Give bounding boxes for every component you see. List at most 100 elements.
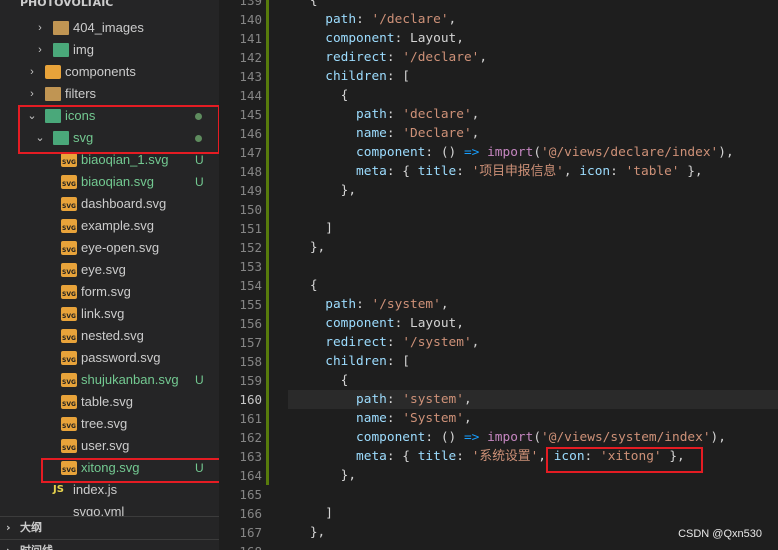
chevron-right-icon: › xyxy=(30,88,34,100)
code-line[interactable]: name: 'System', xyxy=(279,409,472,428)
explorer-sidebar: PHOTOVOLTAIC › 404_images › img › compon… xyxy=(0,0,219,550)
folder-icon xyxy=(45,87,61,101)
folder-icon xyxy=(53,21,69,35)
timeline-panel-header[interactable]: › 时间线 xyxy=(0,539,219,550)
outline-panel-label: 大纲 xyxy=(20,521,42,534)
code-line[interactable]: path: '/declare', xyxy=(279,10,456,29)
tree-item-components[interactable]: › components xyxy=(0,61,219,83)
line-number: 165 xyxy=(239,487,262,502)
tree-item-svg-file[interactable]: SVG form.svg xyxy=(0,281,219,303)
explorer-project-title[interactable]: PHOTOVOLTAIC xyxy=(0,0,219,14)
svg-file-icon: SVG xyxy=(61,175,77,189)
tree-item-label: table.svg xyxy=(81,394,134,409)
tree-item-filters[interactable]: › filters xyxy=(0,83,219,105)
chevron-right-icon: › xyxy=(6,521,11,534)
code-line[interactable]: redirect: '/declare', xyxy=(279,48,487,67)
tree-item-label: tree.svg xyxy=(81,416,128,431)
tree-item-404-images[interactable]: › 404_images xyxy=(0,17,219,39)
code-line[interactable]: { xyxy=(279,0,318,10)
line-number: 149 xyxy=(239,183,262,198)
code-line[interactable]: component: () => import('@/views/declare… xyxy=(279,143,734,162)
code-line[interactable]: path: '/system', xyxy=(279,295,448,314)
tree-item-svg-file[interactable]: SVG user.svg xyxy=(0,435,219,457)
chevron-right-icon: › xyxy=(38,44,42,56)
tree-item-svg-file[interactable]: SVG eye-open.svg xyxy=(0,237,219,259)
svg-file-icon: SVG xyxy=(61,153,77,167)
chevron-right-icon: › xyxy=(30,66,34,78)
chevron-right-icon: › xyxy=(38,22,42,34)
code-line[interactable]: path: 'declare', xyxy=(279,105,479,124)
components-folder-icon xyxy=(45,65,61,79)
tree-item-label: biaoqian.svg xyxy=(81,174,154,189)
tree-item-svg-file[interactable]: SVG table.svg xyxy=(0,391,219,413)
tree-item-svg-file[interactable]: SVG shujukanban.svg U xyxy=(0,369,219,391)
tree-item-svg-file[interactable]: SVG biaoqian.svg U xyxy=(0,171,219,193)
tree-item-svg-file[interactable]: SVG tree.svg xyxy=(0,413,219,435)
code-line[interactable]: children: [ xyxy=(279,67,410,86)
line-number: 157 xyxy=(239,335,262,350)
tree-item-img[interactable]: › img xyxy=(0,39,219,61)
code-line[interactable]: meta: { title: '项目申报信息', icon: 'table' }… xyxy=(279,162,703,181)
code-line[interactable]: component: () => import('@/views/system/… xyxy=(279,428,726,447)
tree-item-svg-file[interactable]: SVG password.svg xyxy=(0,347,219,369)
tree-item-label: form.svg xyxy=(81,284,131,299)
tree-item-label: password.svg xyxy=(81,350,161,365)
highlight-box-icon-xitong xyxy=(546,447,703,473)
line-number: 146 xyxy=(239,126,262,141)
svg-file-icon: SVG xyxy=(61,351,77,365)
chevron-right-icon: › xyxy=(6,540,11,550)
tree-item-label: eye-open.svg xyxy=(81,240,160,255)
code-editor[interactable]: 139 140 141 142 143 144 145 146 147 148 149 150 151 1… xyxy=(219,0,778,550)
svg-file-icon: SVG xyxy=(61,307,77,321)
tree-item-svg-file[interactable]: SVG example.svg xyxy=(0,215,219,237)
code-line[interactable]: }, xyxy=(279,466,356,485)
code-line[interactable]: name: 'Declare', xyxy=(279,124,479,143)
line-number: 145 xyxy=(239,107,262,122)
line-number: 143 xyxy=(239,69,262,84)
code-line[interactable]: { xyxy=(279,371,349,390)
tree-item-svg-file[interactable]: SVG dashboard.svg xyxy=(0,193,219,215)
code-line[interactable]: { xyxy=(279,86,349,105)
code-line[interactable]: }, xyxy=(279,238,325,257)
line-number: 167 xyxy=(239,525,262,540)
svg-file-icon: SVG xyxy=(61,417,77,431)
line-number: 158 xyxy=(239,354,262,369)
tree-item-label: dashboard.svg xyxy=(81,196,167,211)
code-line[interactable]: ] xyxy=(279,504,333,523)
svg-file-icon: SVG xyxy=(61,263,77,277)
highlight-box-xitong-svg xyxy=(41,458,219,483)
line-number: 140 xyxy=(239,12,262,27)
tree-item-label: img xyxy=(73,42,94,57)
tree-item-label: user.svg xyxy=(81,438,130,453)
tree-item-label: nested.svg xyxy=(81,328,144,343)
tree-item-label: link.svg xyxy=(81,306,125,321)
outline-panel-header[interactable]: › 大纲 xyxy=(0,516,219,539)
tree-item-label: 404_images xyxy=(73,20,144,35)
code-line[interactable]: component: Layout, xyxy=(279,314,464,333)
svg-file-icon: SVG xyxy=(61,285,77,299)
untracked-badge: U xyxy=(195,373,204,387)
line-number: 142 xyxy=(239,50,262,65)
tree-item-svg-file[interactable]: SVG nested.svg xyxy=(0,325,219,347)
line-number: 147 xyxy=(239,145,262,160)
code-line[interactable]: children: [ xyxy=(279,352,410,371)
svg-file-icon: SVG xyxy=(61,373,77,387)
highlight-box-icons-svg xyxy=(18,105,219,154)
line-number: 151 xyxy=(239,221,262,236)
tree-item-svg-file[interactable]: SVG eye.svg xyxy=(0,259,219,281)
image-folder-icon xyxy=(53,43,69,57)
code-line[interactable]: redirect: '/system', xyxy=(279,333,479,352)
tree-item-svg-file[interactable]: SVG link.svg xyxy=(0,303,219,325)
line-number: 141 xyxy=(239,31,262,46)
code-line[interactable]: }, xyxy=(279,181,356,200)
line-number: 152 xyxy=(239,240,262,255)
code-line[interactable]: }, xyxy=(279,523,325,542)
code-line[interactable]: ] xyxy=(279,219,333,238)
svg-file-icon: SVG xyxy=(61,197,77,211)
code-line[interactable]: component: Layout, xyxy=(279,29,464,48)
git-added-gutter xyxy=(266,0,269,485)
code-line[interactable]: path: 'system', xyxy=(279,390,472,409)
line-number: 163 xyxy=(239,449,262,464)
line-number: 154 xyxy=(239,278,262,293)
code-line[interactable]: { xyxy=(279,276,318,295)
